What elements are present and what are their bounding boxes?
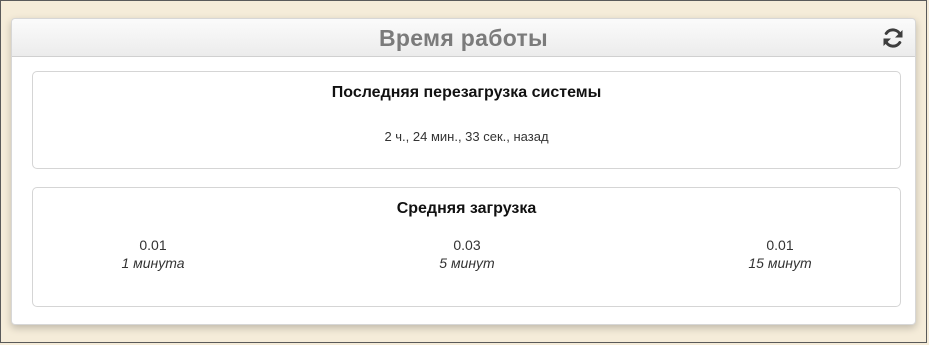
load-5min-value: 0.03 [453,237,481,253]
load-15min: 0.01 15 минут [720,236,840,272]
refresh-button[interactable] [881,26,905,50]
load-1min: 0.01 1 минута [93,236,213,272]
uptime-widget: Время работы Последняя перезагрузка сист… [11,18,916,325]
last-reboot-value: 2 ч., 24 мин., 33 сек., назад [384,129,549,144]
load-5min-label: 5 минут [439,255,495,271]
load-15min-label: 15 минут [748,255,812,271]
load-average-title: Средняя загрузка [396,200,537,217]
load-15min-value: 0.01 [766,237,794,253]
last-reboot-panel: Последняя перезагрузка системы 2 ч., 24 … [32,71,901,169]
load-average-panel: Средняя загрузка 0.01 1 минута 0.03 5 ми… [32,187,901,307]
widget-title: Время работы [378,25,548,51]
load-1min-value: 0.01 [139,237,167,253]
load-5min: 0.03 5 минут [407,236,527,272]
load-1min-label: 1 минута [121,255,185,271]
last-reboot-title: Последняя перезагрузка системы [331,84,602,101]
refresh-icon [883,28,903,48]
widget-header: Время работы [12,19,915,57]
